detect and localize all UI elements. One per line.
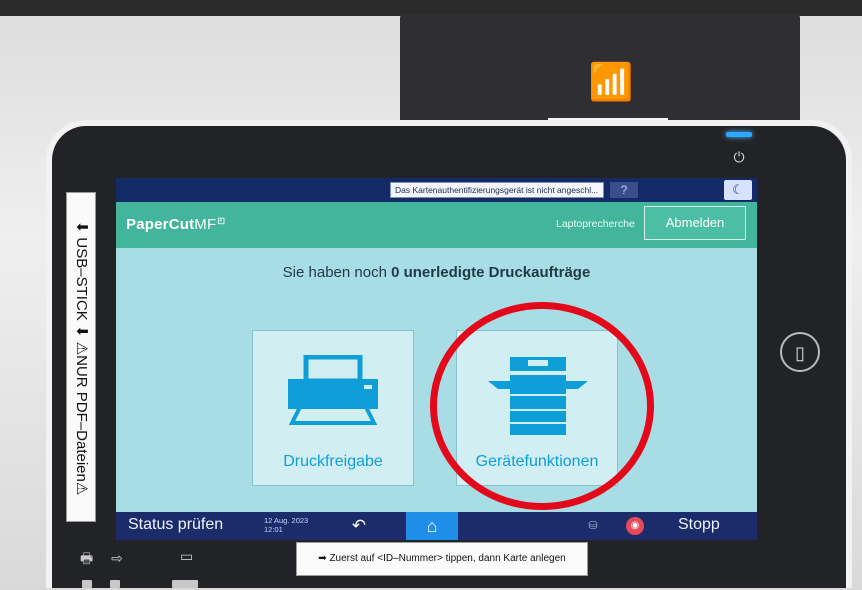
- help-button[interactable]: ?: [610, 182, 638, 198]
- date-time: 12 Aug. 2023 12:01: [264, 516, 308, 534]
- system-bar: Das Kartenauthentifizierungsgerät ist ni…: [116, 178, 757, 202]
- pending-suffix: unerledigte Druckaufträge: [399, 264, 591, 281]
- pending-prefix: Sie haben noch: [282, 264, 392, 281]
- status-check-button[interactable]: Status prüfen: [128, 516, 223, 534]
- back-icon[interactable]: ↶: [344, 515, 374, 537]
- device-notice[interactable]: Das Kartenauthentifizierungsgerät ist ni…: [390, 182, 604, 198]
- papercut-logo: PaperCutMF◰: [126, 216, 225, 233]
- status-led: [726, 132, 752, 137]
- login-hardware-icon: ⇨: [111, 550, 123, 566]
- pending-jobs-message: Sie haben noch 0 unerledigte Druckaufträ…: [116, 264, 757, 281]
- date-text: 12 Aug. 2023: [264, 516, 309, 525]
- copier-icon: [488, 357, 588, 435]
- device-functions-label: Gerätefunktionen: [475, 453, 599, 470]
- printer-icon: [288, 355, 378, 425]
- logo-main: PaperCut: [126, 216, 195, 233]
- device-functions-tile[interactable]: Gerätefunktionen: [456, 330, 618, 486]
- footer-bar: Status prüfen 12 Aug. 2023 12:01 ↶ ⌂ ⛁ ◉…: [116, 512, 757, 540]
- hint-sticker: ➡ Zuerst auf <ID–Nummer> tippen, dann Ka…: [296, 542, 588, 576]
- stop-icon[interactable]: ◉: [626, 517, 644, 535]
- printer-hardware-icon: 🖶: [80, 550, 94, 566]
- user-name: Laptoprecherche: [556, 218, 635, 230]
- card-slot-icon: ▭: [180, 548, 194, 564]
- energy-save-button[interactable]: ☾: [724, 180, 752, 200]
- app-header: PaperCutMF◰ Laptoprecherche Abmelden: [116, 202, 757, 248]
- hardware-icons: 🖶 ⇨ ▭: [80, 548, 193, 572]
- usb-ports: [82, 574, 198, 588]
- home-icon[interactable]: ⌂: [406, 512, 458, 540]
- stop-button[interactable]: Stopp: [678, 516, 720, 534]
- release-print-label: Druckfreigabe: [283, 453, 383, 470]
- time-text: 12:01: [264, 525, 283, 534]
- nfc-tap-icon: 📶: [588, 61, 634, 102]
- logo-suffix: MF: [194, 216, 217, 233]
- logo-mark-icon: ◰: [217, 216, 226, 225]
- data-indicator-icon: ⛁: [588, 520, 598, 532]
- card-reader: 📶: [400, 14, 800, 122]
- release-print-tile[interactable]: Druckfreigabe: [252, 330, 414, 486]
- logout-button[interactable]: Abmelden: [644, 206, 746, 240]
- usb-sticker: ⬇ USB–STICK ⬇ ⚠NUR PDF–Dateien⚠: [66, 192, 96, 522]
- nfc-reader-icon: ▯: [780, 332, 820, 372]
- power-saver-icon[interactable]: ⏻: [730, 148, 748, 166]
- touch-screen: Das Kartenauthentifizierungsgerät ist ni…: [116, 178, 757, 540]
- usb-sticker-text: ⬇ USB–STICK ⬇ ⚠NUR PDF–Dateien⚠: [73, 220, 90, 496]
